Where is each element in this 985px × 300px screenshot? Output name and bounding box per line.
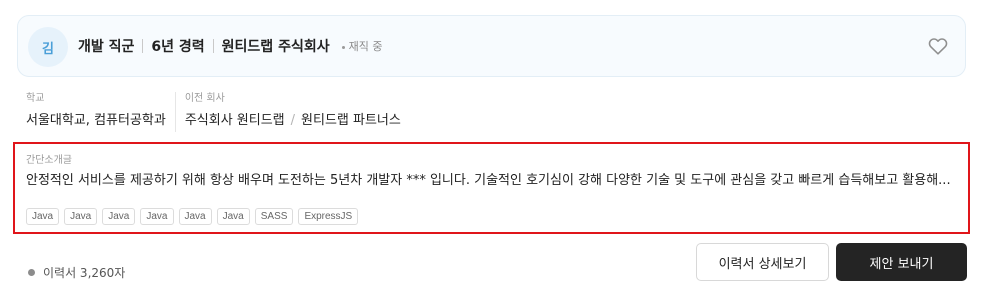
background-info: 학교 서울대학교, 컴퓨터공학과 이전 회사 주식회사 원티드랩 / 원티드랩 파트…	[26, 92, 401, 132]
divider	[174, 92, 176, 132]
skill-tag: ExpressJS	[298, 208, 359, 225]
heart-icon[interactable]	[927, 35, 949, 57]
previous-company-section: 이전 회사 주식회사 원티드랩 / 원티드랩 파트너스	[185, 92, 401, 132]
company-separator: /	[290, 113, 296, 128]
experience-years: 6년 경력	[151, 39, 205, 55]
skill-tag: Java	[216, 208, 250, 225]
education-value: 서울대학교, 컴퓨터공학과	[26, 113, 166, 128]
skill-tags: Java Java Java Java Java Java SASS Expre…	[26, 208, 359, 225]
skill-tag: Java	[102, 208, 136, 225]
employment-status-text: 재직 중	[348, 40, 383, 53]
intro-section: 간단소개글 안정적인 서비스를 제공하기 위해 항상 배우며 도전하는 5년차 …	[13, 142, 970, 234]
divider	[142, 39, 144, 53]
skill-tag: Java	[178, 208, 212, 225]
profile-summary: 개발 직군 6년 경력 원티드랩 주식회사 재직 중	[78, 16, 382, 76]
previous-company-2: 원티드랩 파트너스	[301, 113, 401, 128]
previous-company-1: 주식회사 원티드랩	[184, 113, 285, 128]
skill-tag: Java	[64, 208, 98, 225]
profile-header-card: 김 개발 직군 6년 경력 원티드랩 주식회사 재직 중	[17, 15, 966, 77]
current-company: 원티드랩 주식회사	[221, 39, 330, 55]
intro-label: 간단소개글	[26, 155, 72, 166]
employment-status: 재직 중	[341, 38, 383, 54]
resume-length-text: 이력서 3,260자	[43, 266, 126, 280]
previous-company-label: 이전 회사	[184, 93, 225, 104]
previous-company-value: 주식회사 원티드랩 / 원티드랩 파트너스	[185, 113, 401, 129]
skill-tag: Java	[26, 208, 60, 225]
divider	[212, 39, 214, 53]
skill-tag: SASS	[254, 208, 294, 225]
intro-text: 안정적인 서비스를 제공하기 위해 항상 배우며 도전하는 5년차 개발자 **…	[26, 173, 951, 188]
resume-length: 이력서 3,260자	[28, 264, 125, 281]
education-label: 학교	[26, 93, 45, 104]
status-dot-icon	[341, 45, 345, 49]
bullet-icon	[28, 269, 35, 276]
job-category: 개발 직군	[78, 39, 135, 55]
view-resume-button[interactable]: 이력서 상세보기	[696, 243, 829, 281]
education-section: 학교 서울대학교, 컴퓨터공학과	[26, 92, 166, 132]
send-offer-button[interactable]: 제안 보내기	[836, 243, 967, 281]
avatar: 김	[28, 27, 68, 67]
skill-tag: Java	[140, 208, 174, 225]
